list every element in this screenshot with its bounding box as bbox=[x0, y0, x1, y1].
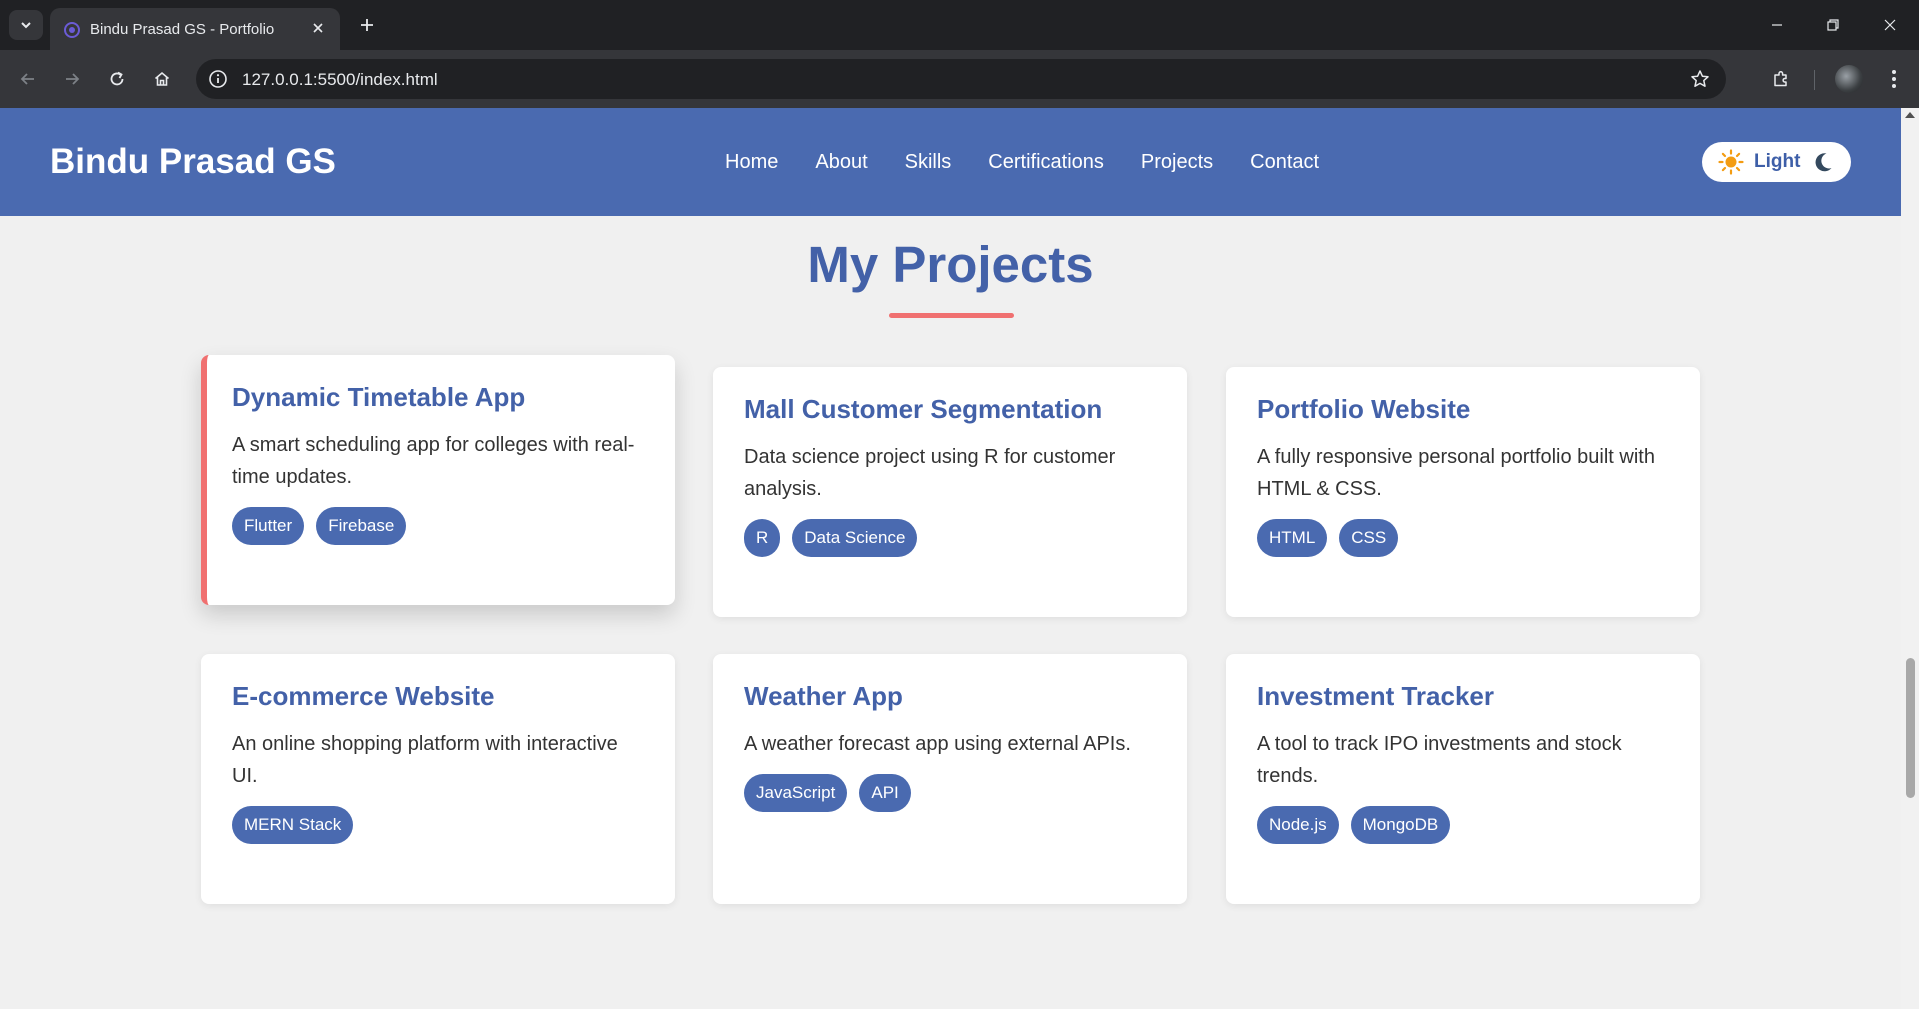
tech-tag: Firebase bbox=[316, 507, 407, 545]
moon-icon bbox=[1815, 153, 1832, 172]
tag-list: Flutter Firebase bbox=[232, 507, 644, 545]
tech-tag: MERN Stack bbox=[232, 806, 354, 844]
home-icon bbox=[154, 71, 170, 86]
tag-list: Node.js MongoDB bbox=[1257, 806, 1669, 844]
tech-tag: MongoDB bbox=[1350, 806, 1451, 844]
more-vertical-icon bbox=[1892, 70, 1896, 88]
project-title: Investment Tracker bbox=[1257, 681, 1495, 711]
page-scrollbar[interactable] bbox=[1901, 108, 1919, 1009]
tag-list: R Data Science bbox=[744, 519, 1156, 557]
theme-toggle-button[interactable]: Light bbox=[1702, 142, 1851, 182]
tech-tag: JavaScript bbox=[744, 774, 848, 812]
project-title: Mall Customer Segmentation bbox=[744, 394, 1103, 424]
star-icon bbox=[1691, 70, 1709, 87]
project-card[interactable]: Portfolio Website A fully responsive per… bbox=[1226, 367, 1700, 617]
project-description: A smart scheduling app for colleges with… bbox=[232, 434, 635, 488]
tab-search-button[interactable] bbox=[9, 10, 43, 40]
bookmark-button[interactable] bbox=[1686, 65, 1714, 93]
plus-icon bbox=[361, 19, 373, 31]
puzzle-icon bbox=[1774, 70, 1787, 87]
tag-list: MERN Stack bbox=[232, 806, 644, 844]
minimize-icon bbox=[1772, 24, 1782, 26]
tag-list: HTML CSS bbox=[1257, 519, 1669, 557]
section-title: My Projects bbox=[807, 236, 1094, 293]
project-title: Dynamic Timetable App bbox=[232, 382, 526, 412]
project-description: A tool to track IPO investments and stoc… bbox=[1257, 733, 1622, 787]
sun-icon bbox=[1718, 149, 1744, 175]
tag-list: JavaScript API bbox=[744, 774, 1156, 812]
tech-tag: Flutter bbox=[232, 507, 305, 545]
forward-button[interactable] bbox=[56, 63, 88, 95]
project-card[interactable]: E-commerce Website An online shopping pl… bbox=[201, 654, 675, 904]
tab-title: Bindu Prasad GS - Portfolio bbox=[90, 21, 275, 38]
address-bar[interactable]: 127.0.0.1:5500/index.html bbox=[196, 59, 1726, 99]
project-title: Portfolio Website bbox=[1257, 394, 1471, 424]
main-nav: Home About Skills Certifications Project… bbox=[725, 151, 1319, 174]
scrollbar-thumb[interactable] bbox=[1906, 658, 1915, 798]
project-description: A fully responsive personal portfolio bu… bbox=[1257, 446, 1655, 500]
nav-link-certifications[interactable]: Certifications bbox=[988, 151, 1104, 174]
close-window-button[interactable] bbox=[1875, 10, 1905, 40]
tech-tag: Node.js bbox=[1257, 806, 1339, 844]
new-tab-button[interactable] bbox=[355, 13, 379, 37]
nav-link-home[interactable]: Home bbox=[725, 151, 778, 174]
toolbar-separator bbox=[1814, 70, 1815, 90]
close-icon bbox=[313, 23, 323, 33]
browser-toolbar: 127.0.0.1:5500/index.html bbox=[0, 50, 1919, 108]
project-card[interactable]: Investment Tracker A tool to track IPO i… bbox=[1226, 654, 1700, 904]
site-brand[interactable]: Bindu Prasad GS bbox=[50, 142, 336, 182]
tech-tag: Data Science bbox=[792, 519, 918, 557]
nav-link-contact[interactable]: Contact bbox=[1250, 151, 1319, 174]
favicon-icon bbox=[64, 22, 80, 38]
restore-icon bbox=[1827, 19, 1839, 31]
tech-tag: API bbox=[859, 774, 911, 812]
project-description: An online shopping platform with interac… bbox=[232, 733, 618, 787]
site-header: Bindu Prasad GS Home About Skills Certif… bbox=[0, 108, 1901, 216]
project-card[interactable]: Dynamic Timetable App A smart scheduling… bbox=[201, 355, 675, 605]
browser-titlebar: Bindu Prasad GS - Portfolio bbox=[0, 0, 1919, 50]
back-button[interactable] bbox=[12, 63, 44, 95]
tech-tag: CSS bbox=[1339, 519, 1399, 557]
project-card[interactable]: Weather App A weather forecast app using… bbox=[713, 654, 1187, 904]
chevron-down-icon bbox=[21, 22, 31, 29]
browser-tab[interactable]: Bindu Prasad GS - Portfolio bbox=[50, 8, 340, 50]
project-description: A weather forecast app using external AP… bbox=[744, 733, 1131, 755]
profile-avatar[interactable] bbox=[1835, 65, 1863, 93]
project-description: Data science project using R for custome… bbox=[744, 446, 1116, 500]
tech-tag: HTML bbox=[1257, 519, 1328, 557]
project-card[interactable]: Mall Customer Segmentation Data science … bbox=[713, 367, 1187, 617]
nav-link-skills[interactable]: Skills bbox=[905, 151, 952, 174]
reload-icon bbox=[110, 71, 124, 86]
close-tab-button[interactable] bbox=[308, 18, 328, 38]
url-text[interactable]: 127.0.0.1:5500/index.html bbox=[242, 70, 438, 90]
info-icon bbox=[209, 70, 227, 88]
scroll-up-arrow-icon[interactable] bbox=[1905, 112, 1915, 118]
nav-link-about[interactable]: About bbox=[815, 151, 867, 174]
extensions-button[interactable] bbox=[1765, 63, 1797, 95]
arrow-right-icon bbox=[66, 73, 80, 85]
theme-toggle-label: Light bbox=[1754, 151, 1801, 172]
restore-button[interactable] bbox=[1818, 10, 1848, 40]
close-icon bbox=[1884, 19, 1896, 31]
project-title: E-commerce Website bbox=[232, 681, 495, 711]
arrow-left-icon bbox=[20, 73, 34, 85]
page-viewport: Bindu Prasad GS Home About Skills Certif… bbox=[0, 108, 1901, 1009]
home-button[interactable] bbox=[146, 63, 178, 95]
project-title: Weather App bbox=[744, 681, 903, 711]
site-info-button[interactable] bbox=[204, 65, 232, 93]
browser-menu-button[interactable] bbox=[1878, 63, 1910, 95]
nav-link-projects[interactable]: Projects bbox=[1141, 151, 1213, 174]
tech-tag: R bbox=[744, 519, 781, 557]
title-underline bbox=[889, 313, 1014, 318]
minimize-button[interactable] bbox=[1762, 10, 1792, 40]
reload-button[interactable] bbox=[101, 63, 133, 95]
